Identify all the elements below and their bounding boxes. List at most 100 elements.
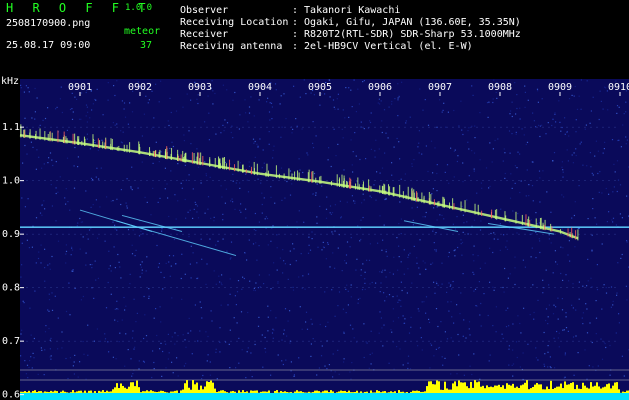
noise-speck — [258, 99, 260, 101]
noise-speck — [232, 180, 234, 182]
noise-speck — [422, 260, 424, 262]
x-tick-label: 0902 — [128, 82, 152, 93]
noise-speck — [124, 309, 126, 311]
noise-speck — [594, 155, 596, 157]
strength-bar — [288, 392, 290, 393]
noise-speck — [621, 355, 623, 357]
noise-speck — [605, 87, 607, 89]
strength-bar — [198, 389, 200, 393]
noise-speck — [399, 348, 401, 350]
noise-speck — [590, 166, 592, 168]
noise-speck — [73, 361, 75, 363]
noise-speck — [43, 374, 45, 376]
strength-bar — [60, 391, 62, 393]
strength-bar — [140, 392, 142, 393]
strength-bar — [268, 390, 270, 393]
noise-speck — [364, 288, 366, 290]
noise-speck — [581, 317, 583, 319]
noise-speck — [411, 163, 413, 165]
noise-speck — [348, 116, 350, 118]
noise-speck — [298, 276, 300, 278]
noise-speck — [20, 84, 22, 86]
noise-speck — [49, 348, 51, 350]
noise-speck — [453, 250, 455, 252]
noise-speck — [139, 264, 142, 266]
noise-speck — [337, 305, 339, 307]
noise-speck — [507, 307, 509, 309]
noise-speck — [208, 112, 210, 114]
noise-speck — [86, 138, 88, 140]
noise-speck — [573, 374, 575, 376]
noise-speck — [239, 182, 241, 184]
noise-speck — [539, 177, 541, 179]
noise-speck — [318, 79, 320, 82]
noise-speck — [284, 308, 287, 310]
strength-bar — [446, 388, 448, 393]
noise-speck — [261, 167, 263, 169]
noise-speck — [290, 370, 292, 372]
noise-speck — [363, 356, 365, 359]
noise-speck — [234, 91, 236, 94]
noise-speck — [563, 329, 565, 331]
noise-speck — [385, 276, 387, 278]
noise-speck — [91, 264, 93, 266]
noise-speck — [397, 301, 399, 303]
noise-speck — [366, 342, 368, 344]
noise-speck — [331, 231, 333, 233]
noise-speck — [574, 246, 576, 248]
noise-speck — [49, 263, 51, 265]
noise-speck — [356, 258, 358, 260]
strength-bar — [496, 385, 498, 393]
noise-speck — [434, 249, 436, 251]
strength-bar — [532, 386, 534, 393]
strength-bar — [332, 391, 334, 393]
noise-speck — [257, 325, 260, 327]
noise-speck — [209, 176, 211, 178]
noise-speck — [143, 295, 145, 298]
noise-speck — [370, 112, 372, 114]
noise-speck — [532, 284, 534, 286]
strength-bar — [520, 385, 522, 393]
noise-speck — [473, 152, 476, 154]
noise-speck — [541, 98, 543, 100]
noise-speck — [328, 147, 330, 149]
noise-speck — [374, 150, 376, 152]
noise-speck — [537, 90, 539, 92]
noise-speck — [330, 213, 332, 215]
noise-speck — [384, 198, 386, 201]
noise-speck — [343, 169, 345, 171]
noise-speck — [419, 327, 422, 329]
noise-speck — [26, 364, 29, 366]
strength-bar — [462, 382, 464, 393]
noise-speck — [55, 161, 57, 163]
noise-speck — [153, 361, 155, 364]
noise-speck — [153, 117, 155, 119]
noise-speck — [44, 117, 47, 120]
noise-speck — [516, 107, 518, 110]
noise-speck — [618, 139, 620, 141]
strength-bar — [378, 391, 380, 393]
noise-speck — [143, 361, 145, 363]
noise-speck — [467, 141, 469, 143]
noise-speck — [222, 124, 224, 126]
noise-speck — [385, 249, 387, 251]
strength-bar — [294, 391, 296, 393]
noise-speck — [342, 137, 344, 139]
noise-speck — [355, 111, 357, 113]
noise-speck — [182, 334, 184, 336]
noise-speck — [419, 239, 421, 241]
noise-speck — [391, 174, 393, 176]
strength-bar — [412, 390, 414, 393]
noise-speck — [492, 325, 494, 327]
noise-speck — [189, 263, 191, 265]
noise-speck — [190, 245, 192, 247]
strength-bar — [190, 389, 192, 393]
noise-speck — [235, 304, 237, 306]
noise-speck — [47, 309, 49, 311]
noise-speck — [136, 312, 138, 314]
noise-speck — [595, 140, 597, 142]
noise-speck — [493, 238, 495, 240]
noise-speck — [244, 99, 246, 101]
noise-speck — [337, 349, 339, 351]
noise-speck — [599, 90, 601, 92]
